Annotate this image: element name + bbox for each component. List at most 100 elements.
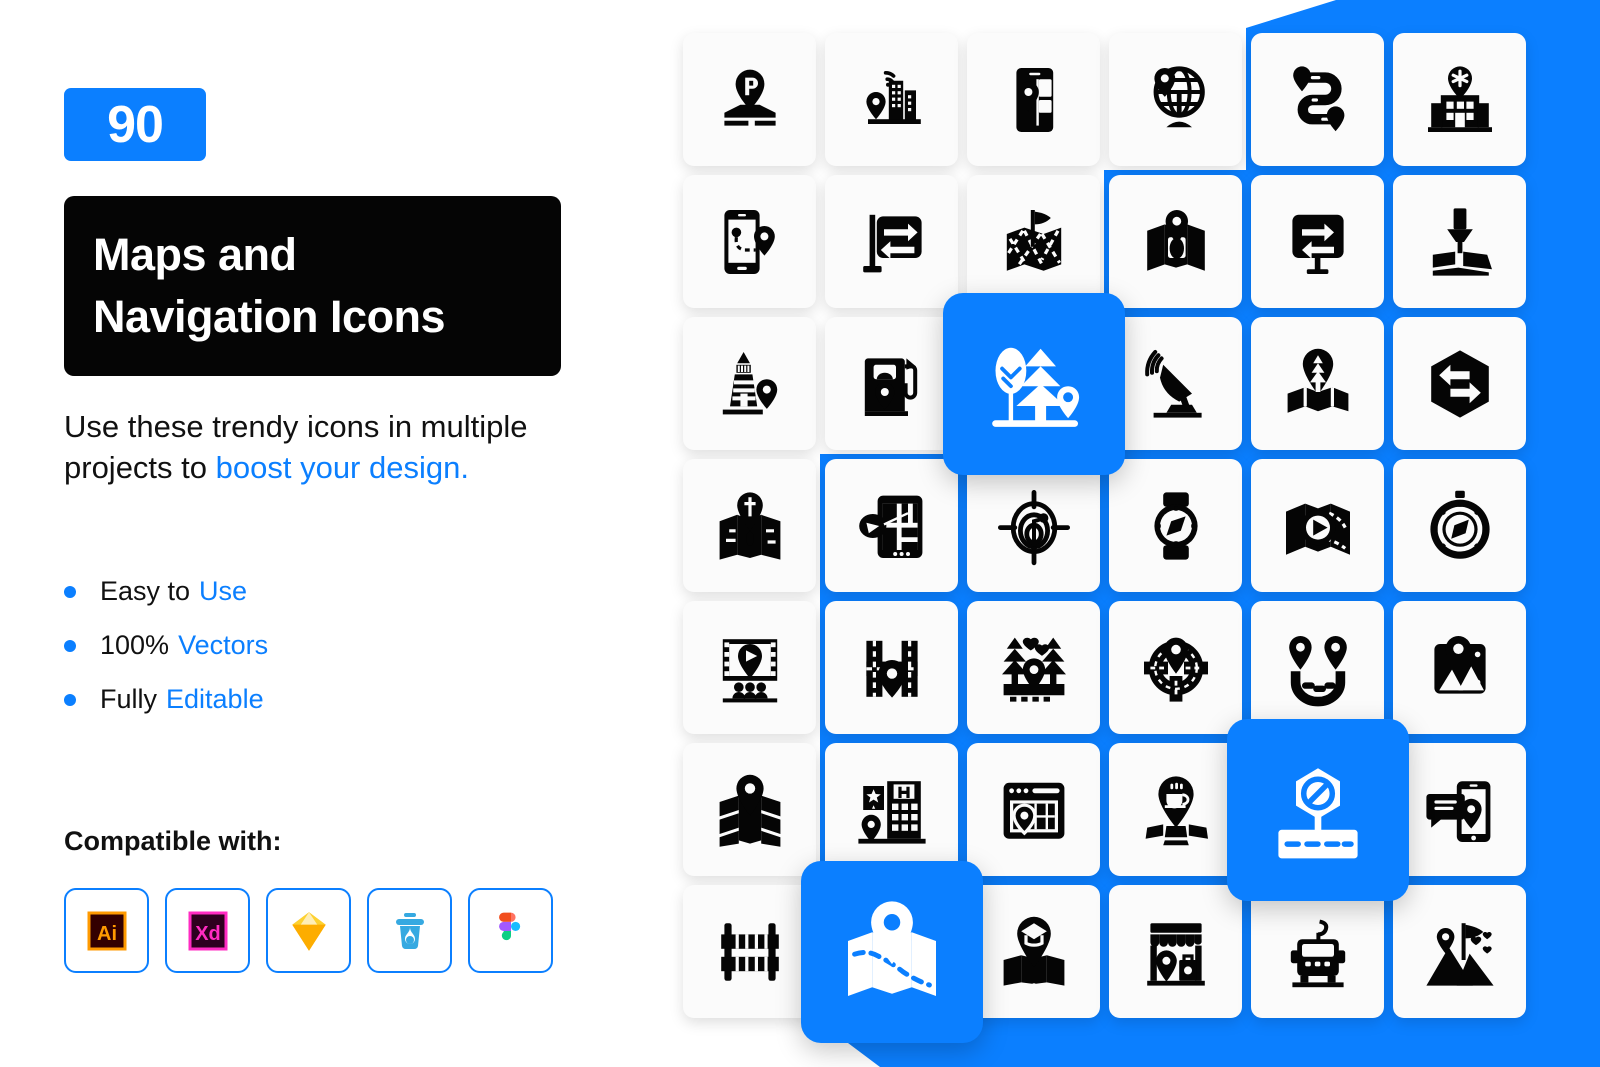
icon-tile-roundabout-pin[interactable] bbox=[1109, 601, 1242, 734]
flag-street-map-icon bbox=[1006, 209, 1061, 271]
smartwatch-compass-icon bbox=[1153, 491, 1198, 560]
icon-tile-park-trees-pin[interactable] bbox=[942, 292, 1125, 475]
app-tile-invision-studio[interactable] bbox=[367, 888, 452, 973]
city-signal-pin-icon bbox=[865, 70, 921, 124]
icon-tile-hospital-pin[interactable] bbox=[1393, 33, 1526, 166]
forest-map-pin-icon bbox=[1287, 348, 1348, 413]
folded-map-pin-icon bbox=[719, 774, 780, 847]
map-pin-folded-icon bbox=[1146, 209, 1205, 271]
winding-route-icon bbox=[1292, 65, 1344, 131]
page-title-line-1: Maps and bbox=[93, 229, 297, 281]
icon-tile-university-pin[interactable] bbox=[967, 885, 1100, 1018]
list-item: Fully Editable bbox=[64, 686, 584, 713]
title-card: Maps and Navigation Icons bbox=[64, 196, 561, 376]
lighthouse-pin-icon bbox=[722, 351, 777, 414]
icon-tile-mobile-map-pin[interactable] bbox=[967, 33, 1100, 166]
list-item-plain: 100% bbox=[100, 630, 170, 660]
icon-tile-cafe-pin[interactable] bbox=[1109, 743, 1242, 876]
icon-tile-shop-pin[interactable] bbox=[1109, 885, 1242, 1018]
icon-showcase-panel bbox=[640, 0, 1600, 1067]
icon-tile-two-pins-distance[interactable] bbox=[1251, 601, 1384, 734]
two-way-signpost-icon bbox=[862, 214, 922, 272]
icon-tile-lighthouse-pin[interactable] bbox=[683, 317, 816, 450]
icon-tile-radar-target[interactable] bbox=[967, 459, 1100, 592]
parking-map-pin-icon bbox=[723, 69, 776, 126]
icon-tile-mountain-flag-pin[interactable] bbox=[1393, 885, 1526, 1018]
mountain-flag-pin-icon bbox=[1425, 922, 1494, 986]
icon-tile-crossroad-pin[interactable] bbox=[825, 601, 958, 734]
icon-tile-cinema-location[interactable] bbox=[683, 601, 816, 734]
roundabout-pin-icon bbox=[1143, 637, 1208, 702]
icon-tile-landscape-photo-pin[interactable] bbox=[1393, 601, 1526, 734]
icon-tile-pushpin-map[interactable] bbox=[1393, 175, 1526, 308]
icon-tile-satellite-dish[interactable] bbox=[1109, 317, 1242, 450]
list-item-highlight: Editable bbox=[166, 684, 264, 714]
icon-tile-tram-front[interactable] bbox=[1251, 885, 1384, 1018]
poster-canvas: 90 Maps and Navigation Icons Use these t… bbox=[0, 0, 1600, 1067]
icon-tile-camp-forest-pin[interactable] bbox=[967, 601, 1100, 734]
icon-tile-flag-street-map[interactable] bbox=[967, 175, 1100, 308]
mobile-map-pin-icon bbox=[1015, 67, 1053, 132]
icon-tile-gas-station-pin[interactable] bbox=[825, 317, 958, 450]
bullet-dot-icon bbox=[64, 585, 76, 598]
pushpin-map-icon bbox=[1432, 207, 1492, 276]
browser-map-icon bbox=[1003, 782, 1064, 839]
icon-grid bbox=[640, 0, 1600, 1067]
figma-icon bbox=[489, 909, 533, 953]
app-tile-adobe-xd[interactable]: Xd bbox=[165, 888, 250, 973]
invision-studio-icon bbox=[386, 907, 434, 955]
hotel-pin-icon bbox=[857, 780, 926, 844]
icon-tile-tablet-navigation[interactable] bbox=[825, 459, 958, 592]
description-highlight: boost your design. bbox=[215, 450, 469, 486]
icon-tile-church-map-pin[interactable] bbox=[683, 459, 816, 592]
app-tile-adobe-illustrator[interactable]: Ai bbox=[64, 888, 149, 973]
icon-tile-two-way-signpost[interactable] bbox=[825, 175, 958, 308]
icon-tile-folded-map-pin[interactable] bbox=[683, 743, 816, 876]
shop-pin-icon bbox=[1146, 922, 1205, 986]
icon-tile-phone-chat-pin[interactable] bbox=[1393, 743, 1526, 876]
icon-tile-browser-map[interactable] bbox=[967, 743, 1100, 876]
feature-list: Easy to Use 100% Vectors Fully Editable bbox=[64, 578, 584, 740]
cafe-pin-icon bbox=[1145, 775, 1208, 845]
svg-text:Xd: Xd bbox=[195, 923, 221, 945]
crossroad-pin-icon bbox=[865, 640, 918, 698]
no-entry-road-sign-icon bbox=[1277, 767, 1358, 858]
icon-tile-map-pin-folded[interactable] bbox=[1109, 175, 1242, 308]
info-panel: 90 Maps and Navigation Icons Use these t… bbox=[0, 0, 640, 1067]
app-tile-sketch[interactable] bbox=[266, 888, 351, 973]
icon-tile-road-barrier[interactable] bbox=[683, 885, 816, 1018]
two-way-arrow-hex-icon bbox=[1430, 349, 1489, 418]
map-location-icon bbox=[847, 900, 936, 996]
description-text: Use these trendy icons in multiple proje… bbox=[64, 406, 609, 488]
hospital-pin-icon bbox=[1427, 65, 1492, 132]
icon-count-badge: 90 bbox=[64, 88, 206, 161]
road-barrier-icon bbox=[720, 922, 779, 981]
icon-tile-globe-pin[interactable] bbox=[1109, 33, 1242, 166]
icon-tile-winding-route[interactable] bbox=[1251, 33, 1384, 166]
icon-tile-two-way-sign-board[interactable] bbox=[1251, 175, 1384, 308]
compatible-apps-row: Ai Xd bbox=[64, 888, 553, 973]
icon-tile-no-entry-road-sign[interactable] bbox=[1226, 718, 1409, 901]
app-tile-figma[interactable] bbox=[468, 888, 553, 973]
landscape-photo-pin-icon bbox=[1433, 635, 1486, 694]
globe-pin-icon bbox=[1153, 65, 1205, 127]
icon-tile-smartwatch-compass[interactable] bbox=[1109, 459, 1242, 592]
list-item-highlight: Use bbox=[199, 576, 248, 606]
bullet-dot-icon bbox=[64, 639, 76, 652]
icon-tile-compass[interactable] bbox=[1393, 459, 1526, 592]
icon-count-value: 90 bbox=[107, 95, 164, 154]
icon-tile-two-way-arrow-hex[interactable] bbox=[1393, 317, 1526, 450]
icon-tile-map-location[interactable] bbox=[800, 860, 983, 1043]
university-pin-icon bbox=[1003, 916, 1064, 988]
two-way-sign-board-icon bbox=[1291, 214, 1344, 274]
gas-station-pin-icon bbox=[864, 357, 917, 416]
icon-tile-map-navigation-arrow[interactable] bbox=[1251, 459, 1384, 592]
satellite-dish-icon bbox=[1144, 349, 1202, 418]
icon-tile-phone-route-pin[interactable] bbox=[683, 175, 816, 308]
list-item-highlight: Vectors bbox=[178, 630, 269, 660]
icon-tile-forest-map-pin[interactable] bbox=[1251, 317, 1384, 450]
icon-tile-parking-map-pin[interactable] bbox=[683, 33, 816, 166]
icon-tile-city-signal-pin[interactable] bbox=[825, 33, 958, 166]
radar-target-icon bbox=[997, 489, 1070, 565]
icon-tile-hotel-pin[interactable] bbox=[825, 743, 958, 876]
